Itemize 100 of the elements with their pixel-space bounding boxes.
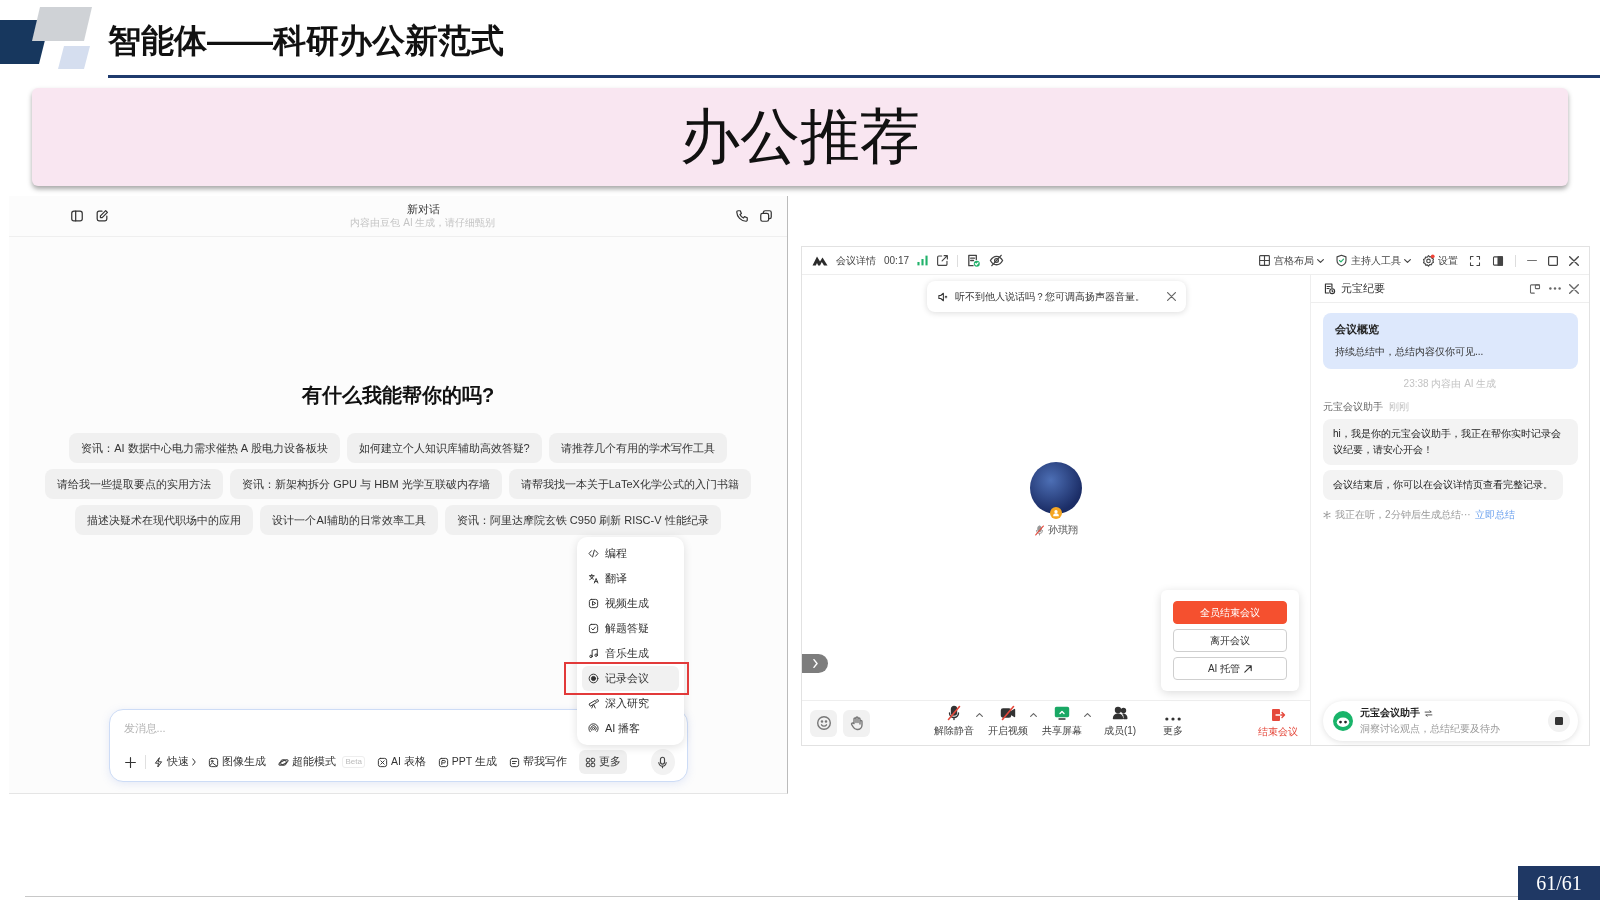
mountains-logo-icon — [812, 255, 828, 266]
fullscreen-icon[interactable] — [1469, 254, 1481, 267]
suggestion-chip[interactable]: 资讯：阿里达摩院玄铁 C950 刷新 RISC-V 性能纪录 — [444, 505, 721, 535]
menu-item[interactable]: 音乐生成 — [582, 641, 679, 666]
menu-item[interactable]: 深入研究 — [582, 691, 679, 716]
tool-button[interactable]: 快速 — [153, 750, 197, 774]
message-bubble: hi，我是你的元宝会议助手，我正在帮你实时记录会议纪要，请安心开会！ — [1323, 419, 1578, 465]
meeting-timer: 00:17 — [884, 255, 910, 266]
suggestion-chip[interactable]: 如何建立个人知识库辅助高效答疑? — [346, 433, 542, 463]
voice-input-button[interactable] — [650, 749, 675, 775]
windows-icon[interactable] — [759, 209, 773, 223]
toolbar-menu-button[interactable]: 设置 — [1422, 253, 1458, 268]
menu-item[interactable]: 编程 — [582, 541, 679, 566]
ai-hosting-button[interactable]: AI 托管 — [1173, 657, 1287, 680]
suggestion-chip[interactable]: 描述决疑术在现代职场中的应用 — [75, 505, 254, 535]
exit-icon — [1270, 707, 1286, 723]
toolbar-control-button[interactable]: 解除静音 — [934, 708, 974, 738]
maximize-icon[interactable] — [1548, 255, 1558, 266]
toolbar-control-button[interactable]: 共享屏幕 — [1042, 708, 1082, 738]
toolbar-menu-button[interactable]: 宫格布局 — [1258, 253, 1324, 268]
broadcast-icon — [588, 723, 599, 734]
plus-icon — [123, 755, 137, 769]
more-icon — [1165, 717, 1181, 721]
message-input[interactable]: 发消息... — [123, 718, 544, 738]
assistant-description: 洞察讨论观点，总结纪要及待办 — [1360, 722, 1500, 736]
split-view-icon[interactable] — [1492, 254, 1504, 267]
code-icon — [588, 548, 599, 559]
image-icon — [208, 756, 220, 768]
tool-button[interactable]: 帮我写作 — [508, 750, 567, 774]
menu-item[interactable]: 解题答疑 — [582, 616, 679, 641]
document-check-icon[interactable] — [966, 253, 982, 268]
sender-name: 元宝会议助手 — [1323, 400, 1383, 414]
logo-icon — [0, 6, 92, 70]
leave-meeting-button[interactable]: 离开会议 — [1173, 629, 1287, 652]
arrow-up-right-icon — [1244, 664, 1253, 673]
menu-item[interactable]: 视频生成 — [582, 591, 679, 616]
eye-off-icon[interactable] — [989, 253, 1005, 268]
stop-icon — [1555, 717, 1563, 725]
suggestion-chip[interactable]: 资讯：新架构拆分 GPU 与 HBM 光学互联破内存墙 — [230, 469, 502, 499]
phone-icon[interactable] — [735, 209, 749, 223]
raise-hand-button[interactable] — [843, 709, 870, 737]
end-meeting-button[interactable]: 结束会议 — [1258, 707, 1298, 739]
notes-icon — [1323, 282, 1336, 295]
shield-check-icon — [1335, 254, 1348, 267]
caret-up-icon[interactable] — [1030, 713, 1037, 717]
add-button[interactable] — [123, 755, 137, 769]
asterisk-icon — [1323, 511, 1331, 519]
close-icon[interactable] — [1569, 283, 1579, 294]
tool-button[interactable]: 图像生成 — [208, 750, 267, 774]
close-icon[interactable] — [1166, 292, 1176, 301]
toolbar-control-button[interactable]: 成员(1) — [1103, 708, 1137, 738]
check-square-icon — [588, 623, 599, 634]
participant-name: 孙琪翔 — [1048, 523, 1078, 537]
menu-item[interactable]: 翻译 — [582, 566, 679, 591]
suggestion-chip[interactable]: 请帮我找一本关于LaTeX化学公式的入门书籍 — [508, 469, 751, 499]
emoji-button[interactable] — [810, 709, 837, 737]
chevron-down-icon — [1317, 258, 1324, 263]
slides-icon — [437, 756, 449, 768]
expand-button[interactable] — [802, 654, 828, 673]
menu-item[interactable]: 记录会议 — [582, 666, 679, 691]
menu-item[interactable]: AI 播客 — [582, 716, 679, 741]
meeting-details-link[interactable]: 会议详情 — [836, 253, 876, 268]
avatar-placeholder — [1030, 462, 1082, 514]
chat-title: 新对话 — [406, 203, 440, 216]
suggestion-chip[interactable]: 请给我一些提取要点的实用方法 — [45, 469, 224, 499]
toolbar-control-button[interactable]: 开启视频 — [988, 708, 1028, 738]
microphone-icon — [656, 755, 670, 769]
toolbar-control-button[interactable]: 更多 — [1163, 708, 1183, 738]
slide-title: 智能体——科研办公新范式 — [108, 21, 504, 61]
signal-bars-icon — [917, 255, 929, 266]
swap-icon[interactable] — [1424, 708, 1433, 718]
status-text: 我正在听，2分钟后生成总结··· — [1335, 508, 1471, 522]
record-icon — [588, 673, 599, 684]
summary-text: 持续总结中，总结内容仅你可见... — [1335, 345, 1485, 359]
suggestion-chip[interactable]: 请推荐几个有用的学术写作工具 — [548, 433, 727, 463]
external-link-icon[interactable] — [936, 254, 950, 267]
tool-button[interactable]: AI 表格 — [376, 750, 426, 774]
more-icon[interactable] — [1549, 287, 1561, 290]
x-square-icon — [376, 756, 388, 768]
tool-button[interactable]: PPT 生成 — [437, 750, 497, 774]
toolbar-menu-button[interactable]: 主持人工具 — [1335, 253, 1411, 268]
edit-icon[interactable] — [95, 209, 109, 223]
tool-button[interactable]: 更多 — [578, 750, 627, 774]
minimize-icon[interactable] — [1527, 259, 1537, 262]
message-bubble: 会议结束后，你可以在会议详情页查看完整记录。 — [1323, 470, 1563, 500]
stop-button[interactable] — [1548, 710, 1570, 732]
suggestion-chip[interactable]: 设计一个AI辅助的日常效率工具 — [260, 505, 438, 535]
summary-title: 会议概览 — [1335, 322, 1380, 337]
close-icon[interactable] — [1569, 255, 1579, 266]
suggestion-chip[interactable]: 资讯：AI 数据中心电力需求催热 A 股电力设备板块 — [69, 433, 340, 463]
caret-up-icon[interactable] — [976, 713, 983, 717]
float-window-icon[interactable] — [1529, 282, 1541, 295]
caret-up-icon[interactable] — [1084, 713, 1091, 717]
hand-icon — [848, 715, 865, 731]
speaker-icon — [936, 290, 949, 303]
sidebar-toggle-icon[interactable] — [70, 209, 84, 223]
beta-badge: Beta — [342, 756, 365, 768]
tool-button[interactable]: 超能模式 Beta — [278, 750, 365, 774]
chevron-down-icon — [1404, 258, 1411, 263]
play-square-icon — [588, 598, 599, 609]
